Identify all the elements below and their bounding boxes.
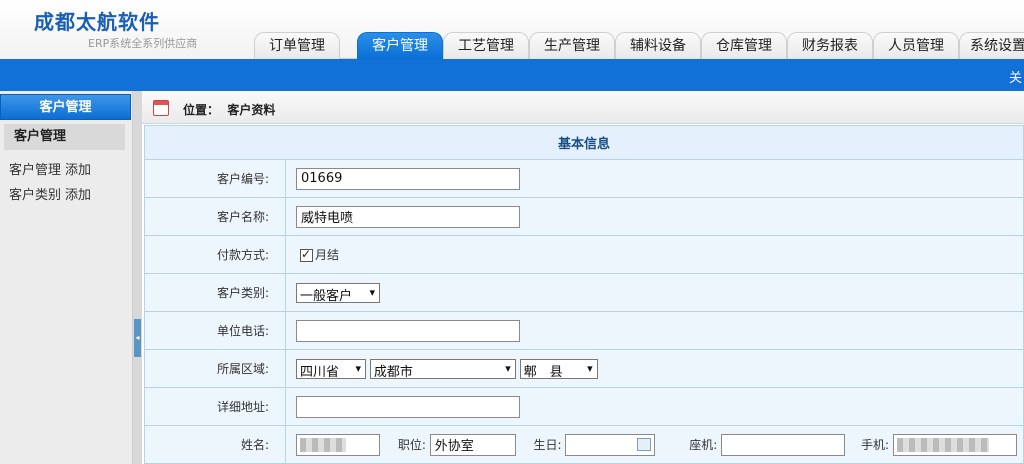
collapse-arrow-icon[interactable]: ◂ [134, 319, 141, 357]
bluebar-link[interactable]: 关 [1009, 67, 1022, 86]
tab-personnel[interactable]: 人员管理 [873, 32, 959, 59]
county-select[interactable]: 郫 县 ▾ [519, 358, 598, 380]
sidebar-subheading[interactable]: 客户管理 [4, 124, 125, 150]
county-value: 郫 县 [523, 364, 563, 380]
sidebar-item-add-link[interactable]: 添加 [65, 188, 91, 203]
address-input[interactable] [296, 395, 520, 418]
payment-monthly-checkbox[interactable] [300, 247, 313, 262]
mobile-label: 手机: [860, 438, 889, 452]
calendar-icon[interactable] [637, 437, 652, 451]
tagline: ERP系统全系列供应商 [88, 37, 198, 50]
birthday-label: 生日: [533, 438, 562, 452]
sidebar-item-label[interactable]: 客户管理 [9, 163, 61, 178]
tab-settings[interactable]: 系统设置 [959, 32, 1024, 59]
tab-production[interactable]: 生产管理 [529, 32, 615, 59]
payment-label: 付款方式: [144, 235, 286, 274]
region-label: 所属区域: [144, 349, 286, 388]
city-value: 成都市 [373, 364, 413, 380]
section-title: 基本信息 [144, 125, 1024, 160]
breadcrumb-text: 位置： 客户资料 [183, 101, 275, 118]
sidebar-heading[interactable]: 客户管理 [0, 94, 131, 120]
mobile-input[interactable] [892, 433, 1017, 456]
sidebar-item-add-link[interactable]: 添加 [65, 163, 91, 178]
category-label: 客户类别: [144, 273, 286, 312]
customer-form: 基本信息 客户编号: 客户名称: 付款方式: 月结 客户类别: 一般客户 ▾ 单位… [144, 125, 1024, 464]
province-value: 四川省 [300, 364, 340, 380]
contact-name-label: 姓名: [144, 425, 286, 464]
tab-process[interactable]: 工艺管理 [443, 32, 529, 59]
main-nav: 订单管理 客户管理 工艺管理 生产管理 辅料设备 仓库管理 财务报表 人员管理 … [254, 32, 1024, 59]
tab-equipment[interactable]: 辅料设备 [615, 32, 701, 59]
customer-no-label: 客户编号: [144, 159, 286, 198]
redacted-name [300, 438, 346, 452]
birthday-input[interactable] [565, 433, 656, 456]
app-header: 成都太航软件 ERP系统全系列供应商 订单管理 客户管理 工艺管理 生产管理 辅… [0, 0, 1024, 59]
sidebar: 客户管理 客户管理 客户管理 添加 客户类别 添加 [0, 91, 133, 464]
sidebar-item-categories: 客户类别 添加 [9, 184, 95, 203]
tab-warehouse[interactable]: 仓库管理 [701, 32, 787, 59]
sidebar-item-label[interactable]: 客户类别 [9, 188, 61, 203]
top-blue-bar: 关 [0, 59, 1024, 91]
tab-finance[interactable]: 财务报表 [787, 32, 873, 59]
address-label: 详细地址: [144, 387, 286, 426]
city-select[interactable]: 成都市 ▾ [369, 358, 516, 380]
category-value: 一般客户 [300, 288, 353, 304]
contact-name-input[interactable] [296, 433, 380, 456]
chevron-down-icon: ▾ [505, 361, 511, 375]
contact-position-input[interactable] [429, 433, 516, 456]
redacted-mobile [896, 438, 989, 452]
customer-name-input[interactable] [296, 205, 520, 228]
category-select[interactable]: 一般客户 ▾ [296, 282, 380, 304]
landline-input[interactable] [721, 433, 846, 456]
phone-label: 单位电话: [144, 311, 286, 350]
sidebar-splitter[interactable]: ◂ [133, 91, 142, 464]
customer-no-input[interactable] [296, 167, 520, 190]
tab-orders[interactable]: 订单管理 [254, 32, 340, 59]
main-content: 位置： 客户资料 基本信息 客户编号: 客户名称: 付款方式: 月结 客户类别:… [142, 91, 1024, 464]
chevron-down-icon: ▾ [369, 285, 375, 299]
tab-customers[interactable]: 客户管理 [357, 32, 443, 59]
payment-monthly-label: 月结 [315, 248, 340, 262]
calendar-icon [153, 100, 169, 116]
sidebar-item-customers: 客户管理 添加 [9, 159, 95, 178]
landline-label: 座机: [689, 438, 718, 452]
customer-name-label: 客户名称: [144, 197, 286, 236]
logo: 成都太航软件 [34, 10, 160, 34]
phone-input[interactable] [296, 319, 520, 342]
breadcrumb-prefix: 位置： [183, 103, 220, 117]
chevron-down-icon: ▾ [355, 361, 361, 375]
contact-position-label: 职位: [397, 438, 426, 452]
chevron-down-icon: ▾ [587, 361, 593, 375]
breadcrumb-page: 客户资料 [227, 103, 276, 117]
breadcrumb: 位置： 客户资料 [142, 91, 1024, 124]
province-select[interactable]: 四川省 ▾ [296, 358, 366, 380]
